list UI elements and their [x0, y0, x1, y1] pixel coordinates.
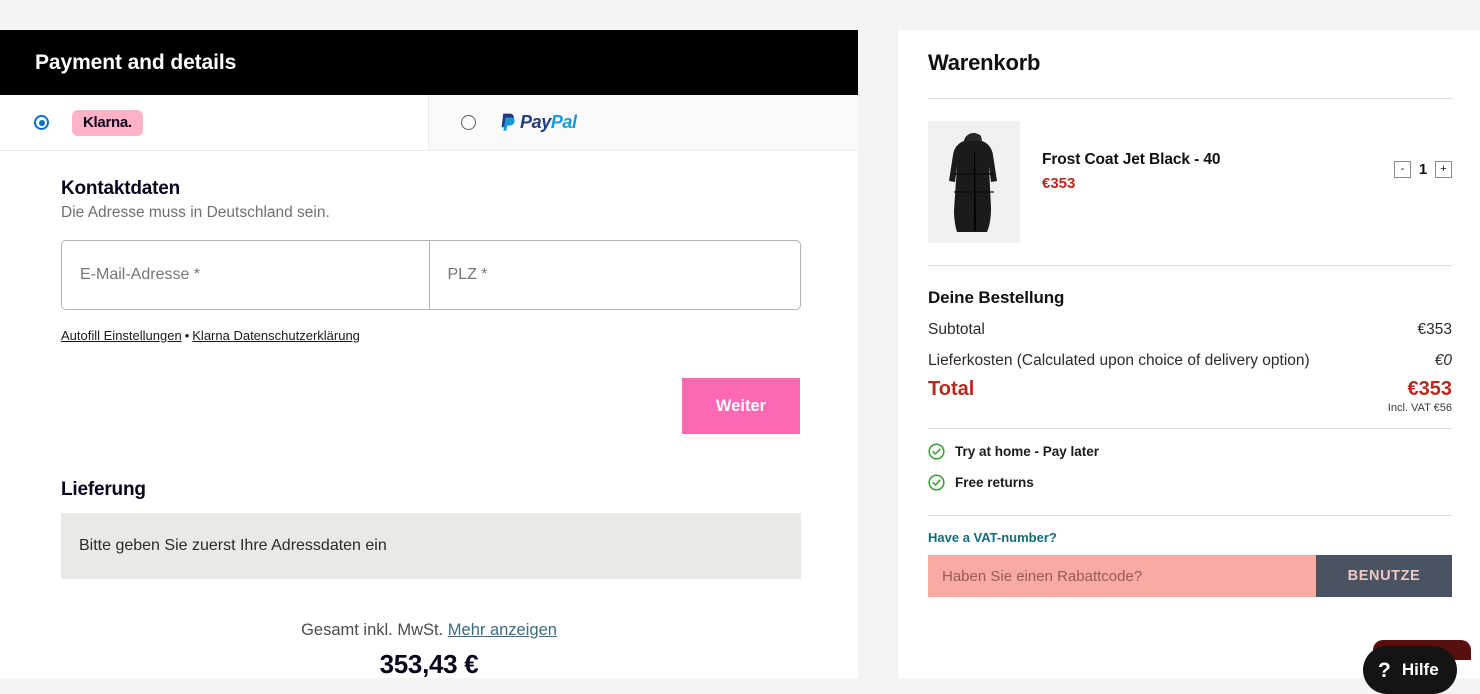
email-input[interactable]: [62, 241, 430, 309]
shipping-label: Lieferkosten (Calculated upon choice of …: [928, 352, 1310, 369]
benefit-label: Free returns: [955, 475, 1034, 490]
product-image: [928, 121, 1020, 243]
divider: [928, 265, 1452, 266]
total-value: €353: [1407, 378, 1453, 400]
klarna-form-body: Kontaktdaten Die Adresse muss in Deutsch…: [0, 178, 858, 680]
summary-row-shipping: Lieferkosten (Calculated upon choice of …: [928, 352, 1452, 370]
decrease-quantity-button[interactable]: -: [1394, 161, 1411, 178]
product-info: Frost Coat Jet Black - 40 €353: [1042, 121, 1394, 192]
cart-summary-panel: Warenkorb Frost Coat Jet Black - 40 €353…: [898, 30, 1480, 678]
subtotal-label: Subtotal: [928, 321, 985, 338]
quantity-stepper: - 1 +: [1394, 121, 1452, 178]
radio-paypal[interactable]: [461, 115, 476, 130]
apply-discount-button[interactable]: BENUTZE: [1316, 555, 1452, 597]
grand-total-label-text: Gesamt inkl. MwSt.: [301, 621, 444, 639]
vat-number-link[interactable]: Have a VAT-number?: [928, 530, 1057, 545]
product-name: Frost Coat Jet Black - 40: [1042, 151, 1221, 168]
payment-method-selector: Klarna. Pay Pal: [0, 95, 858, 151]
legal-links-separator: •: [184, 328, 190, 343]
delivery-section-title: Lieferung: [61, 479, 146, 500]
page-title: Payment and details: [35, 50, 237, 74]
continue-button[interactable]: Weiter: [682, 378, 800, 434]
payment-option-paypal[interactable]: Pay Pal: [428, 95, 858, 150]
check-circle-icon: [928, 474, 945, 491]
summary-row-total: Total €353: [928, 378, 1452, 401]
paypal-mark-icon: [500, 113, 517, 132]
paypal-wordmark-pay: Pay: [520, 112, 551, 132]
check-circle-icon: [928, 443, 945, 460]
contact-section-subtitle: Die Adresse muss in Deutschland sein.: [61, 204, 330, 221]
klarna-privacy-policy-link[interactable]: Klarna Datenschutzerklärung: [192, 328, 360, 343]
order-summary-title: Deine Bestellung: [928, 288, 1065, 307]
cart-title: Warenkorb: [928, 50, 1041, 75]
paypal-logo: Pay Pal: [500, 112, 577, 133]
summary-row-subtotal: Subtotal €353: [928, 321, 1452, 339]
divider: [928, 515, 1452, 516]
benefit-free-returns: Free returns: [928, 474, 1452, 491]
benefit-try-at-home: Try at home - Pay later: [928, 443, 1452, 460]
question-mark-icon: ?: [1378, 658, 1391, 682]
paypal-wordmark-pal: Pal: [550, 112, 577, 132]
contact-fields-group: [61, 240, 801, 310]
klarna-checkout-panel: Payment and details Klarna. Pay Pal Konta…: [0, 30, 858, 680]
klarna-logo: Klarna.: [72, 109, 143, 136]
help-button[interactable]: ? Hilfe: [1363, 646, 1457, 694]
divider: [928, 428, 1452, 429]
discount-code-form: BENUTZE: [928, 555, 1452, 597]
discount-code-input[interactable]: [928, 555, 1316, 597]
cart-line-item: Frost Coat Jet Black - 40 €353 - 1 +: [928, 99, 1452, 265]
increase-quantity-button[interactable]: +: [1435, 161, 1452, 178]
radio-klarna[interactable]: [34, 115, 49, 130]
postal-code-input[interactable]: [429, 241, 800, 309]
grand-total-block: Gesamt inkl. MwSt. Mehr anzeigen 353,43 …: [0, 621, 858, 680]
quantity-value: 1: [1418, 161, 1428, 178]
total-label: Total: [928, 378, 975, 400]
grand-total-amount: 353,43 €: [379, 649, 479, 679]
panel-header: Payment and details: [0, 30, 858, 95]
vat-note: Incl. VAT €56: [1387, 402, 1452, 414]
legal-links: Autofill Einstellungen • Klarna Datenschut…: [61, 328, 858, 343]
payment-option-klarna[interactable]: Klarna.: [0, 95, 428, 150]
product-price: €353: [1042, 175, 1076, 192]
benefit-label: Try at home - Pay later: [955, 444, 1100, 459]
contact-section-title: Kontaktdaten: [61, 178, 180, 199]
shipping-value: €0: [1434, 352, 1452, 369]
autofill-settings-link[interactable]: Autofill Einstellungen: [61, 328, 182, 343]
grand-total-label: Gesamt inkl. MwSt. Mehr anzeigen: [0, 621, 858, 640]
help-button-label: Hilfe: [1401, 660, 1439, 679]
delivery-notice: Bitte geben Sie zuerst Ihre Adressdaten …: [61, 513, 801, 579]
subtotal-value: €353: [1417, 321, 1452, 338]
show-more-link[interactable]: Mehr anzeigen: [448, 621, 557, 639]
